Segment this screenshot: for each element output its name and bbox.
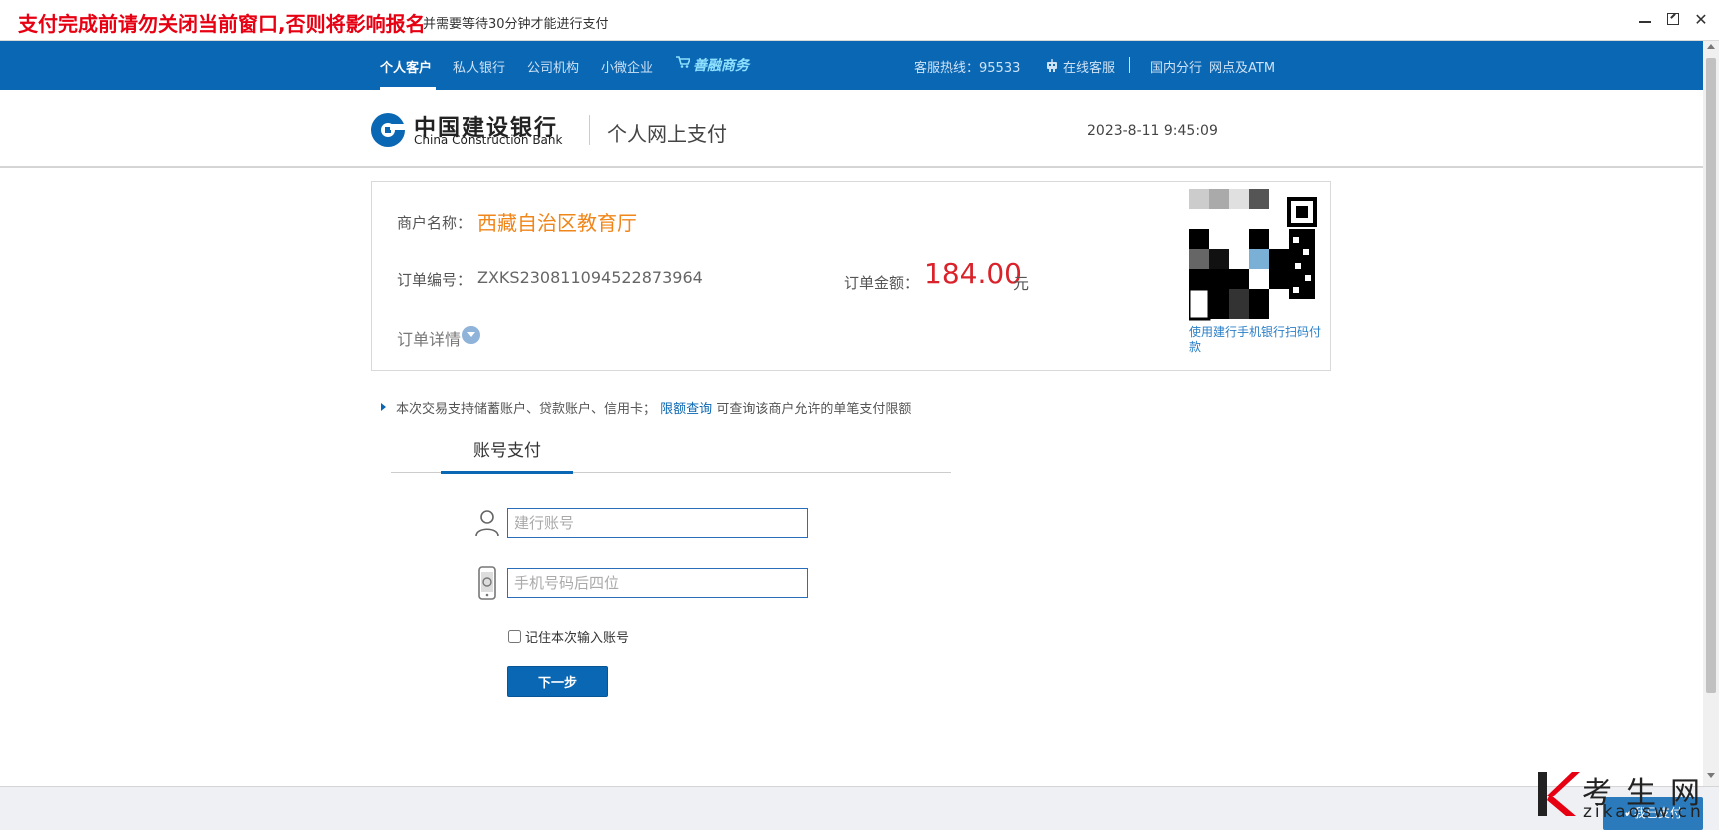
account-input[interactable] [507,508,808,538]
amount-label: 订单金额： [844,274,920,292]
qr-code-icon [1189,189,1319,329]
merchant-label: 商户名称： [397,214,473,232]
page-title: 个人网上支付 [607,122,727,146]
order-detail-label[interactable]: 订单详情 [397,326,461,350]
nav-shanrong[interactable]: 善融商务 [693,55,749,75]
online-service-link[interactable]: 在线客服 [1063,57,1115,76]
atm-link[interactable]: 网点及ATM [1209,57,1275,76]
nav-small-business[interactable]: 小微企业 [601,57,653,76]
limit-info: 本次交易支持储蓄账户、贷款账户、信用卡； 限额查询 可查询该商户允许的单笔支付限… [396,398,911,417]
maximize-button[interactable] [1664,10,1684,30]
nav-personal[interactable]: 个人客户 [380,57,432,76]
order-number: ZXKS230811094522873964 [477,268,703,287]
phone-last4-input[interactable] [507,568,808,598]
header-divider [589,115,590,145]
remember-label: 记住本次输入账号 [525,631,630,646]
status-bar [0,786,1719,830]
payment-warning: 支付完成前请勿关闭当前窗口,否则将影响报名 [18,12,426,36]
nav-corporate[interactable]: 公司机构 [527,57,579,76]
nav-divider [1129,57,1130,73]
robot-icon [1047,59,1057,72]
domestic-branches-link[interactable]: 国内分行 [1150,57,1202,76]
next-button[interactable]: 下一步 [507,666,608,697]
order-amount: 184.00 [924,257,1022,290]
bank-name-en: China Construction Bank [414,133,563,147]
scroll-up-icon[interactable] [1707,44,1715,49]
page-header [0,90,1703,168]
hotline: 客服热线：95533 [914,61,1021,76]
datetime: 2023-8-11 9:45:09 [1087,123,1218,139]
watermark-url: zikaosw.cn [1583,802,1704,822]
close-button[interactable]: ✕ [1691,10,1711,30]
remember-account[interactable]: 记住本次输入账号 [508,627,629,646]
limit-info-suffix: 可查询该商户允许的单笔支付限额 [716,402,912,417]
tab-account-payment[interactable]: 账号支付 [441,436,573,474]
scrollbar-thumb[interactable] [1706,58,1716,693]
phone-icon [478,566,496,600]
watermark-k-logo [1538,772,1580,816]
order-no-label: 订单编号： [397,271,473,289]
ccb-logo-icon [371,113,406,147]
chevron-down-icon[interactable] [462,326,480,344]
limit-query-link[interactable]: 限额查询 [660,402,712,417]
qr-caption: 使用建行手机银行扫码付款 [1189,325,1322,354]
remember-checkbox[interactable] [508,630,521,643]
info-arrow-icon [381,403,386,411]
merchant-name: 西藏自治区教育厅 [477,211,637,235]
cart-icon [676,56,690,68]
nav-private-banking[interactable]: 私人银行 [453,57,505,76]
top-nav: 个人客户 私人银行 公司机构 小微企业 善融商务 客服热线：95533 在线客服… [0,41,1703,90]
payment-wait-notice: 并需要等待30分钟才能进行支付 [423,17,609,32]
currency-unit: 元 [1013,274,1030,293]
minimize-button[interactable] [1636,10,1656,30]
limit-info-text: 本次交易支持储蓄账户、贷款账户、信用卡； [396,402,657,417]
user-icon [475,510,499,537]
